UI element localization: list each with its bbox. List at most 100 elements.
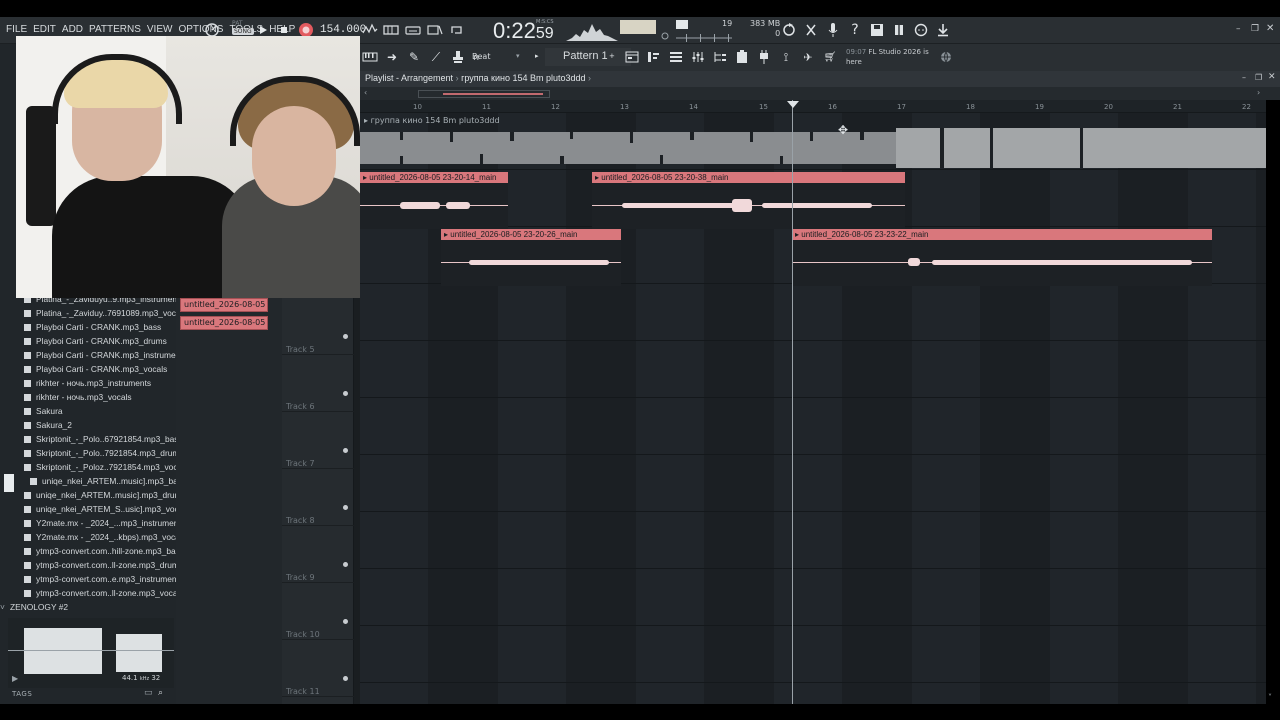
- news-panel[interactable]: 09:07 FL Studio 2026 is here: [846, 47, 936, 67]
- scroll-down-icon[interactable]: ˅: [1268, 693, 1272, 702]
- playhead-line[interactable]: [792, 100, 793, 704]
- picker-clip[interactable]: untitled_2026-08-05 23-...: [180, 298, 268, 312]
- clip-header[interactable]: ▸ untitled_2026-08-05 23-20-26_main: [441, 229, 621, 240]
- clipboard-icon[interactable]: [734, 49, 750, 65]
- step-edit-icon[interactable]: [383, 22, 399, 38]
- menu-patterns[interactable]: PATTERNS: [89, 24, 141, 35]
- piano-roll-icon[interactable]: [362, 49, 378, 65]
- mixer-icon[interactable]: [690, 49, 706, 65]
- pattern-selector[interactable]: Pattern 1: [545, 48, 631, 66]
- browser-tool-icon[interactable]: ⟟: [778, 49, 794, 65]
- track-led-icon[interactable]: [343, 391, 348, 396]
- browser-item[interactable]: ytmp3-convert.com..ll-zone.mp3_vocals: [24, 588, 184, 602]
- audio-clip[interactable]: ▸ untitled_2026-08-05 23-20-38_main: [592, 172, 905, 229]
- track-led-icon[interactable]: [343, 562, 348, 567]
- browser-item[interactable]: Skriptonit_-_Polo..67921854.mp3_bass: [24, 434, 183, 448]
- paint-icon[interactable]: ⟋: [428, 49, 444, 65]
- scroll-left-icon[interactable]: ‹: [364, 88, 367, 97]
- browser-item[interactable]: Playboi Carti - CRANK.mp3_instruments: [24, 350, 187, 364]
- scroll-right-icon[interactable]: ›: [1257, 88, 1260, 97]
- browser-item[interactable]: Sakura_2: [24, 420, 72, 434]
- browser-item[interactable]: Platina_-_Zaviduy..7691089.mp3_vocals: [24, 308, 187, 322]
- timeline-ruler[interactable]: 10 11 12 13 14 15 16 17 18 19 20 21 22: [360, 100, 1266, 113]
- track-lane[interactable]: [360, 284, 1266, 341]
- countdown-icon[interactable]: [427, 22, 443, 38]
- chat-icon[interactable]: [913, 22, 929, 38]
- menu-view[interactable]: VIEW: [147, 24, 173, 35]
- save-icon[interactable]: [869, 22, 885, 38]
- track-led-icon[interactable]: [343, 505, 348, 510]
- restore-icon[interactable]: ❐: [1251, 24, 1259, 34]
- browser-item[interactable]: rikhter - ночь.mp3_vocals: [24, 392, 132, 406]
- speaker-icon[interactable]: ▶: [12, 674, 18, 683]
- audio-waveform[interactable]: [360, 125, 1266, 171]
- snap-selector[interactable]: Beat: [472, 52, 490, 61]
- track-lane[interactable]: [360, 455, 1266, 512]
- browser-item[interactable]: ytmp3-convert.com..hill-zone.mp3_bass: [24, 546, 184, 560]
- track-led-icon[interactable]: [343, 676, 348, 681]
- playlist-breadcrumb[interactable]: группа кино 154 Bm pluto3ddd: [461, 73, 585, 83]
- plugin-plug-icon[interactable]: [756, 49, 772, 65]
- browser-item[interactable]: Playboi Carti - CRANK.mp3_bass: [24, 322, 161, 336]
- folder-icon[interactable]: ▭: [144, 688, 153, 698]
- close-icon[interactable]: ✕: [1266, 23, 1274, 34]
- playlist-icon[interactable]: [624, 49, 640, 65]
- cart-icon[interactable]: 🛒︎: [822, 49, 838, 65]
- browser-item[interactable]: Skriptonit_-_Poloz..7921854.mp3_vocals: [24, 462, 188, 476]
- browser-item[interactable]: uniqe_nkei_ARTEM_S..usic].mp3_vocals: [24, 504, 189, 518]
- track-lane[interactable]: [360, 626, 1266, 683]
- undo-icon[interactable]: [781, 22, 797, 38]
- audio-clip[interactable]: ▸ untitled_2026-08-05 23-20-14_main: [360, 172, 508, 229]
- track-led-icon[interactable]: [343, 448, 348, 453]
- track-header[interactable]: Track 11: [282, 687, 354, 704]
- browser-item[interactable]: Playboi Carti - CRANK.mp3_vocals: [24, 364, 167, 378]
- track-lane[interactable]: [360, 341, 1266, 398]
- typing-keyboard-icon[interactable]: [405, 22, 421, 38]
- clip-header[interactable]: ▸ untitled_2026-08-05 23-23-22_main: [792, 229, 1212, 240]
- track-lane[interactable]: [360, 569, 1266, 626]
- touch-keyboard-icon[interactable]: ✈: [800, 49, 816, 65]
- channel-rack-icon[interactable]: [668, 49, 684, 65]
- browser-item[interactable]: uniqe_nkei_ARTEM..music].mp3_drums: [24, 490, 186, 504]
- overview-window[interactable]: [418, 90, 550, 98]
- browser-item[interactable]: rikhter - ночь.mp3_instruments: [24, 378, 151, 392]
- loop-record-icon[interactable]: [449, 22, 465, 38]
- link-icon[interactable]: [657, 28, 673, 44]
- audio-clip[interactable]: ▸ untitled_2026-08-05 23-20-26_main: [441, 229, 621, 286]
- playhead-marker-icon[interactable]: [787, 101, 799, 108]
- snap-dropdown-icon[interactable]: ▾: [516, 52, 520, 60]
- playlist-maximize-icon[interactable]: ❐: [1255, 73, 1262, 82]
- wave-icon[interactable]: [362, 22, 378, 38]
- track-lane[interactable]: [360, 398, 1266, 455]
- browser-item-selected[interactable]: uniqe_nkei_ARTEM..music].mp3_bass: [30, 476, 186, 490]
- arrow-right-icon[interactable]: ➜: [384, 49, 400, 65]
- pattern-add-icon[interactable]: +: [609, 52, 615, 60]
- browser-item[interactable]: Playboi Carti - CRANK.mp3_drums: [24, 336, 167, 350]
- stamp-icon[interactable]: [450, 49, 466, 65]
- minimize-icon[interactable]: –: [1236, 24, 1241, 34]
- pat-song-switch[interactable]: PAT SONG: [232, 20, 254, 35]
- browser-item[interactable]: Sakura: [24, 406, 63, 420]
- cut-tools-icon[interactable]: [803, 22, 819, 38]
- menu-add[interactable]: ADD: [62, 24, 83, 35]
- globe-icon[interactable]: [938, 49, 954, 65]
- microphone-icon[interactable]: [825, 22, 841, 38]
- master-volume-meter[interactable]: [620, 20, 656, 34]
- mixer-plug-icon[interactable]: [891, 22, 907, 38]
- playlist-close-icon[interactable]: ✕: [1268, 72, 1276, 82]
- track-lane[interactable]: [360, 683, 1266, 704]
- menu-edit[interactable]: EDIT: [33, 24, 56, 35]
- browser-item[interactable]: ytmp3-convert.com..ll-zone.mp3_drums: [24, 560, 183, 574]
- project-tree-icon[interactable]: [712, 49, 728, 65]
- picker-clip[interactable]: untitled_2026-08-05 23-...: [180, 316, 268, 330]
- track-lane[interactable]: [360, 512, 1266, 569]
- track-led-icon[interactable]: [343, 334, 348, 339]
- pattern-arrow-icon[interactable]: ▸: [535, 52, 539, 60]
- browser-item[interactable]: Skriptonit_-_Polo..7921854.mp3_drums: [24, 448, 184, 462]
- tags-label[interactable]: TAGS: [12, 690, 32, 698]
- download-icon[interactable]: [935, 22, 951, 38]
- help-icon[interactable]: ?: [847, 22, 863, 38]
- playlist-overview[interactable]: ‹ ›: [360, 87, 1280, 100]
- search-icon[interactable]: ⌕: [158, 688, 163, 698]
- clip-header[interactable]: ▸ untitled_2026-08-05 23-20-14_main: [360, 172, 508, 183]
